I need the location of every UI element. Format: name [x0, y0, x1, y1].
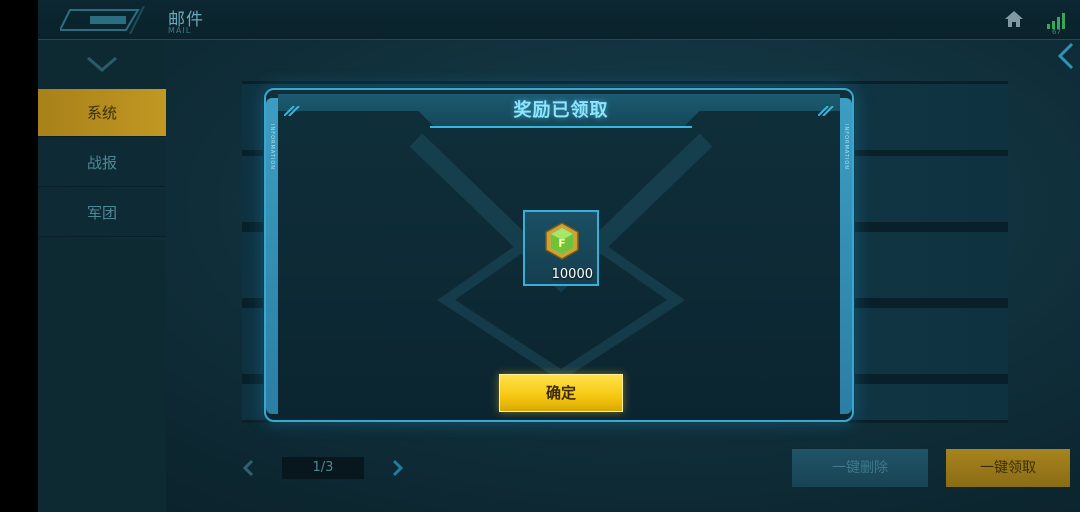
- reward-count: 10000: [551, 267, 593, 282]
- dialog-title: 奖励已领取: [513, 100, 609, 121]
- corner-decoration: [818, 106, 834, 116]
- left-frame-bar: INFORMATION: [266, 98, 278, 414]
- reward-dialog: INFORMATION INFORMATION 奖励已领取 F 10000 确定: [264, 88, 854, 422]
- gem-coin-icon: F: [545, 222, 579, 260]
- confirm-button[interactable]: 确定: [499, 374, 623, 412]
- reward-item-slot[interactable]: F 10000: [523, 210, 599, 286]
- right-frame-bar: INFORMATION: [840, 98, 852, 414]
- right-side-label: INFORMATION: [843, 124, 849, 171]
- left-side-label: INFORMATION: [269, 124, 275, 171]
- title-underline: [430, 126, 692, 128]
- corner-decoration: [284, 106, 300, 116]
- svg-text:F: F: [558, 237, 566, 250]
